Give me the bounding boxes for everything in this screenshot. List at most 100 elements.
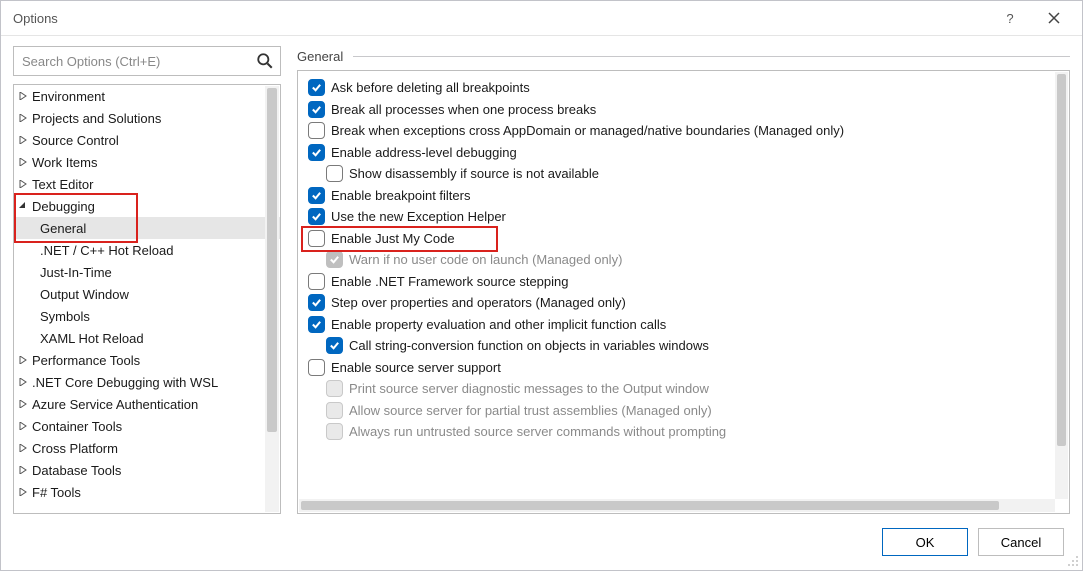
- setting-label: Enable address-level debugging: [331, 145, 517, 160]
- tree-item-label: Container Tools: [30, 419, 122, 434]
- window-title: Options: [13, 11, 988, 26]
- checkbox[interactable]: [308, 316, 325, 333]
- checkbox[interactable]: [308, 359, 325, 376]
- tree-item[interactable]: Symbols: [14, 305, 280, 327]
- setting-label: Warn if no user code on launch (Managed …: [349, 252, 622, 267]
- chevron-right-icon: [16, 136, 30, 144]
- checkbox[interactable]: [326, 337, 343, 354]
- checkbox[interactable]: [308, 122, 325, 139]
- checkbox[interactable]: [308, 273, 325, 290]
- checkbox: [326, 402, 343, 419]
- ok-button[interactable]: OK: [882, 528, 968, 556]
- setting-label: Break when exceptions cross AppDomain or…: [331, 123, 844, 138]
- checkbox[interactable]: [308, 208, 325, 225]
- tree-item[interactable]: Just-In-Time: [14, 261, 280, 283]
- checkbox: [326, 423, 343, 440]
- tree-item-label: Text Editor: [30, 177, 93, 192]
- dialog-footer: OK Cancel: [1, 514, 1082, 570]
- setting-row: Call string-conversion function on objec…: [302, 335, 1069, 357]
- tree-item[interactable]: XAML Hot Reload: [14, 327, 280, 349]
- chevron-right-icon: [16, 422, 30, 430]
- setting-label: Enable breakpoint filters: [331, 188, 470, 203]
- tree-category[interactable]: Cross Platform: [14, 437, 280, 459]
- setting-row: Enable breakpoint filters: [302, 185, 1069, 207]
- category-tree: Environment Projects and Solutions Source …: [13, 84, 281, 514]
- tree-item[interactable]: .NET / C++ Hot Reload: [14, 239, 280, 261]
- tree-item-label: XAML Hot Reload: [38, 331, 144, 346]
- tree-category[interactable]: Source Control: [14, 129, 280, 151]
- tree-category[interactable]: Azure Service Authentication: [14, 393, 280, 415]
- chevron-right-icon: [16, 180, 30, 188]
- tree-category[interactable]: Environment: [14, 85, 280, 107]
- tree-item-label: Debugging: [30, 199, 95, 214]
- tree-item-label: .NET / C++ Hot Reload: [38, 243, 173, 258]
- tree-category[interactable]: .NET Core Debugging with WSL: [14, 371, 280, 393]
- checkbox[interactable]: [308, 230, 325, 247]
- chevron-right-icon: [16, 466, 30, 474]
- setting-row: Use the new Exception Helper: [302, 206, 1069, 228]
- tree-category[interactable]: Projects and Solutions: [14, 107, 280, 129]
- setting-label: Use the new Exception Helper: [331, 209, 506, 224]
- tree-item-label: Source Control: [30, 133, 119, 148]
- checkbox[interactable]: [308, 79, 325, 96]
- setting-label: Print source server diagnostic messages …: [349, 381, 709, 396]
- tree-item-label: Cross Platform: [30, 441, 118, 456]
- search-box[interactable]: [13, 46, 281, 76]
- setting-label: Ask before deleting all breakpoints: [331, 80, 530, 95]
- setting-row: Always run untrusted source server comma…: [302, 421, 1069, 443]
- tree-category[interactable]: Debugging: [14, 195, 280, 217]
- tree-item[interactable]: Output Window: [14, 283, 280, 305]
- tree-category[interactable]: Text Editor: [14, 173, 280, 195]
- tree-category[interactable]: Container Tools: [14, 415, 280, 437]
- checkbox: [326, 380, 343, 397]
- setting-label: Enable property evaluation and other imp…: [331, 317, 666, 332]
- setting-label: Break all processes when one process bre…: [331, 102, 596, 117]
- checkbox[interactable]: [308, 144, 325, 161]
- left-column: Environment Projects and Solutions Source …: [13, 46, 281, 514]
- chevron-right-icon: [16, 400, 30, 408]
- chevron-down-icon: [16, 202, 30, 210]
- section-title: General: [297, 49, 343, 64]
- tree-item-label: Performance Tools: [30, 353, 140, 368]
- settings-vscrollbar[interactable]: [1055, 72, 1068, 499]
- dialog-body: Environment Projects and Solutions Source …: [1, 36, 1082, 514]
- resize-grip-icon[interactable]: [1066, 554, 1080, 568]
- settings-hscrollbar[interactable]: [299, 499, 1055, 512]
- right-column: General Ask before deleting all breakpoi…: [297, 46, 1070, 514]
- setting-row: Enable .NET Framework source stepping: [302, 271, 1069, 293]
- setting-row: Ask before deleting all breakpoints: [302, 77, 1069, 99]
- chevron-right-icon: [16, 158, 30, 166]
- tree-item-label: Work Items: [30, 155, 98, 170]
- help-button[interactable]: ?: [988, 3, 1032, 33]
- chevron-right-icon: [16, 488, 30, 496]
- chevron-right-icon: [16, 444, 30, 452]
- checkbox[interactable]: [308, 294, 325, 311]
- setting-row: Enable address-level debugging: [302, 142, 1069, 164]
- tree-item[interactable]: General: [14, 217, 280, 239]
- setting-row: Step over properties and operators (Mana…: [302, 292, 1069, 314]
- tree-category[interactable]: Work Items: [14, 151, 280, 173]
- tree-category[interactable]: F# Tools: [14, 481, 280, 503]
- setting-label: Enable source server support: [331, 360, 501, 375]
- chevron-right-icon: [16, 114, 30, 122]
- setting-label: Enable Just My Code: [331, 231, 455, 246]
- checkbox[interactable]: [308, 187, 325, 204]
- close-icon: [1048, 12, 1060, 24]
- setting-label: Enable .NET Framework source stepping: [331, 274, 568, 289]
- tree-item-label: Azure Service Authentication: [30, 397, 198, 412]
- search-icon: [256, 52, 274, 70]
- search-input[interactable]: [20, 53, 256, 70]
- checkbox[interactable]: [308, 101, 325, 118]
- tree-scrollbar[interactable]: [265, 86, 279, 512]
- setting-row: Print source server diagnostic messages …: [302, 378, 1069, 400]
- tree-category[interactable]: Performance Tools: [14, 349, 280, 371]
- tree-item-label: Output Window: [38, 287, 129, 302]
- tree-category[interactable]: Database Tools: [14, 459, 280, 481]
- checkbox[interactable]: [326, 165, 343, 182]
- chevron-right-icon: [16, 378, 30, 386]
- tree-item-label: Environment: [30, 89, 105, 104]
- tree-item-label: .NET Core Debugging with WSL: [30, 375, 218, 390]
- setting-row: Enable property evaluation and other imp…: [302, 314, 1069, 336]
- close-button[interactable]: [1032, 3, 1076, 33]
- cancel-button[interactable]: Cancel: [978, 528, 1064, 556]
